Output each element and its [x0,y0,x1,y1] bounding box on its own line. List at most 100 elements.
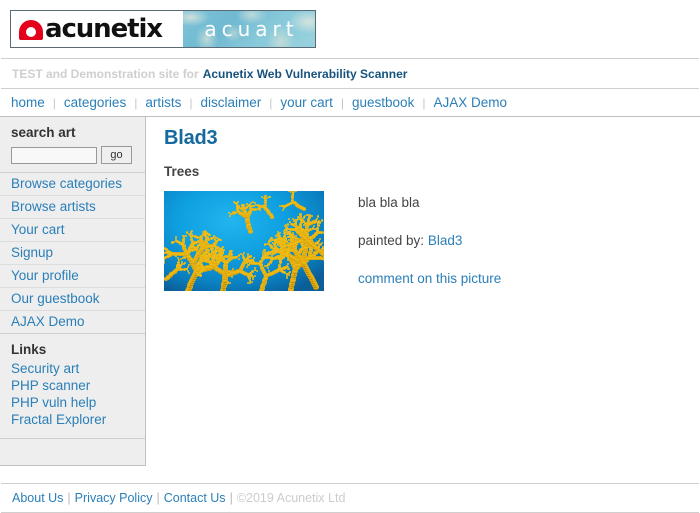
fractal-branch-segment [194,235,197,238]
fractal-branch-segment [309,248,311,250]
copyright-text: ©2019 Acunetix Ltd [237,491,346,505]
sidebar-spacer [0,439,145,465]
footer-separator: | [152,491,163,505]
list-item[interactable]: Signup [0,242,145,265]
fractal-branch-segment [264,265,266,267]
fractal-branch-segment [283,256,285,258]
search-go-button[interactable]: go [101,146,132,164]
nav-item-artists[interactable]: artists [137,95,189,110]
masthead: acunetix acuart [0,0,700,48]
site-logo[interactable]: acunetix acuart [10,10,316,48]
sidebar-item-your-cart[interactable]: Your cart [0,219,145,241]
sidebar: search art go Browse categories Browse a… [0,117,146,466]
nav-item-your-cart[interactable]: your cart [272,95,341,110]
fractal-branch-segment [264,256,266,258]
footer-link-privacy-policy[interactable]: Privacy Policy [75,491,153,505]
fractal-branch-segment [182,238,185,241]
fractal-branch-segment [246,261,248,263]
search-input[interactable] [11,147,97,164]
logo-acuart-text: acuart [199,19,298,39]
fractal-branch-segment [283,205,285,207]
artwork-subtitle: Trees [164,164,700,179]
sidebar-item-our-guestbook[interactable]: Our guestbook [0,288,145,310]
fractal-branch-segment [268,243,270,245]
search-art-form: go [11,146,145,164]
main-content: Blad3 Trees bla bla bla painted by: Blad… [146,117,700,447]
sidebar-link-fractal-explorer[interactable]: Fractal Explorer [11,411,145,428]
fractal-branch-segment [175,236,177,238]
fractal-branch-segment [175,238,177,240]
artwork-painted-by: painted by: Blad3 [358,233,501,249]
fractal-branch-segment [323,258,324,261]
fractal-branch-segment [222,249,224,251]
nav-item-disclaimer[interactable]: disclaimer [192,95,269,110]
footer-link-contact-us[interactable]: Contact Us [164,491,226,505]
fractal-branch-segment [175,240,177,242]
fractal-branch-segment [257,204,260,207]
fractal-branch-segment [278,233,280,235]
fractal-branch-segment [204,233,206,235]
comment-on-picture-link[interactable]: comment on this picture [358,271,501,286]
artist-link[interactable]: Blad3 [428,233,463,248]
fractal-branch-segment [271,254,273,256]
footer-separator: | [63,491,74,505]
list-item[interactable]: Browse artists [0,196,145,219]
fractal-branch-segment [205,249,207,251]
logo-acuart: acuart [183,11,315,47]
fractal-branch-segment [268,270,270,272]
fractal-branch-segment [213,255,215,257]
fractal-branch-segment [216,256,219,259]
list-item[interactable]: Your profile [0,265,145,288]
artwork-details: bla bla bla painted by: Blad3 comment on… [324,191,501,287]
sidebar-link-php-scanner[interactable]: PHP scanner [11,377,145,394]
nav-item-categories[interactable]: categories [56,95,134,110]
nav-item-ajax-demo[interactable]: AJAX Demo [425,95,515,110]
fractal-artwork-image[interactable] [164,191,324,291]
fractal-branch-segment [199,274,201,276]
fractal-branch-segment [301,219,304,222]
painted-by-label: painted by: [358,233,424,248]
fractal-branch-segment [262,255,264,257]
fractal-branch-segment [189,249,191,251]
fractal-branch-segment [238,254,240,256]
sidebar-item-browse-artists[interactable]: Browse artists [0,196,145,218]
sidebar-item-signup[interactable]: Signup [0,242,145,264]
logo-acunetix: acunetix [11,11,183,47]
nav-item-guestbook[interactable]: guestbook [344,95,422,110]
fractal-branch-segment [207,255,209,257]
banner-product-name: Acunetix Web Vulnerability Scanner [203,67,408,81]
fractal-branch-segment [276,247,278,249]
fractal-branch-segment [188,272,190,274]
fractal-branch-segment [251,205,253,207]
fractal-branch-segment [232,211,235,214]
sidebar-item-ajax-demo[interactable]: AJAX Demo [0,311,145,333]
fractal-branch-segment [323,231,324,234]
list-item[interactable]: Your cart [0,219,145,242]
artwork-comment-row: comment on this picture [358,271,501,287]
search-art-title: search art [11,125,145,140]
footer-link-about-us[interactable]: About Us [12,491,63,505]
primary-navigation: home | categories | artists | disclaimer… [0,89,700,117]
fractal-branch-segment [289,221,291,223]
sidebar-links-block: Links Security art PHP scanner PHP vuln … [0,334,145,439]
fractal-branch-segment [282,209,284,211]
sidebar-item-your-profile[interactable]: Your profile [0,265,145,287]
links-section-title: Links [11,342,145,357]
sidebar-item-browse-categories[interactable]: Browse categories [0,173,145,195]
fractal-branch-segment [274,241,276,243]
list-item[interactable]: AJAX Demo [0,311,145,334]
fractal-branch-segment [249,255,251,257]
list-item[interactable]: Our guestbook [0,288,145,311]
sidebar-link-security-art[interactable]: Security art [11,360,145,377]
page-title: Blad3 [164,127,700,150]
sidebar-link-php-vuln-help[interactable]: PHP vuln help [11,394,145,411]
fractal-branch-segment [219,250,221,252]
fractal-branch-segment [229,215,231,217]
fractal-branch-segment [164,252,165,254]
fractal-branch-segment [321,219,323,221]
nav-item-home[interactable]: home [11,95,53,110]
fractal-branch-segment [319,222,321,224]
fractal-branch-segment [287,223,289,225]
fractal-branch-segment [317,215,319,217]
list-item[interactable]: Browse categories [0,173,145,196]
